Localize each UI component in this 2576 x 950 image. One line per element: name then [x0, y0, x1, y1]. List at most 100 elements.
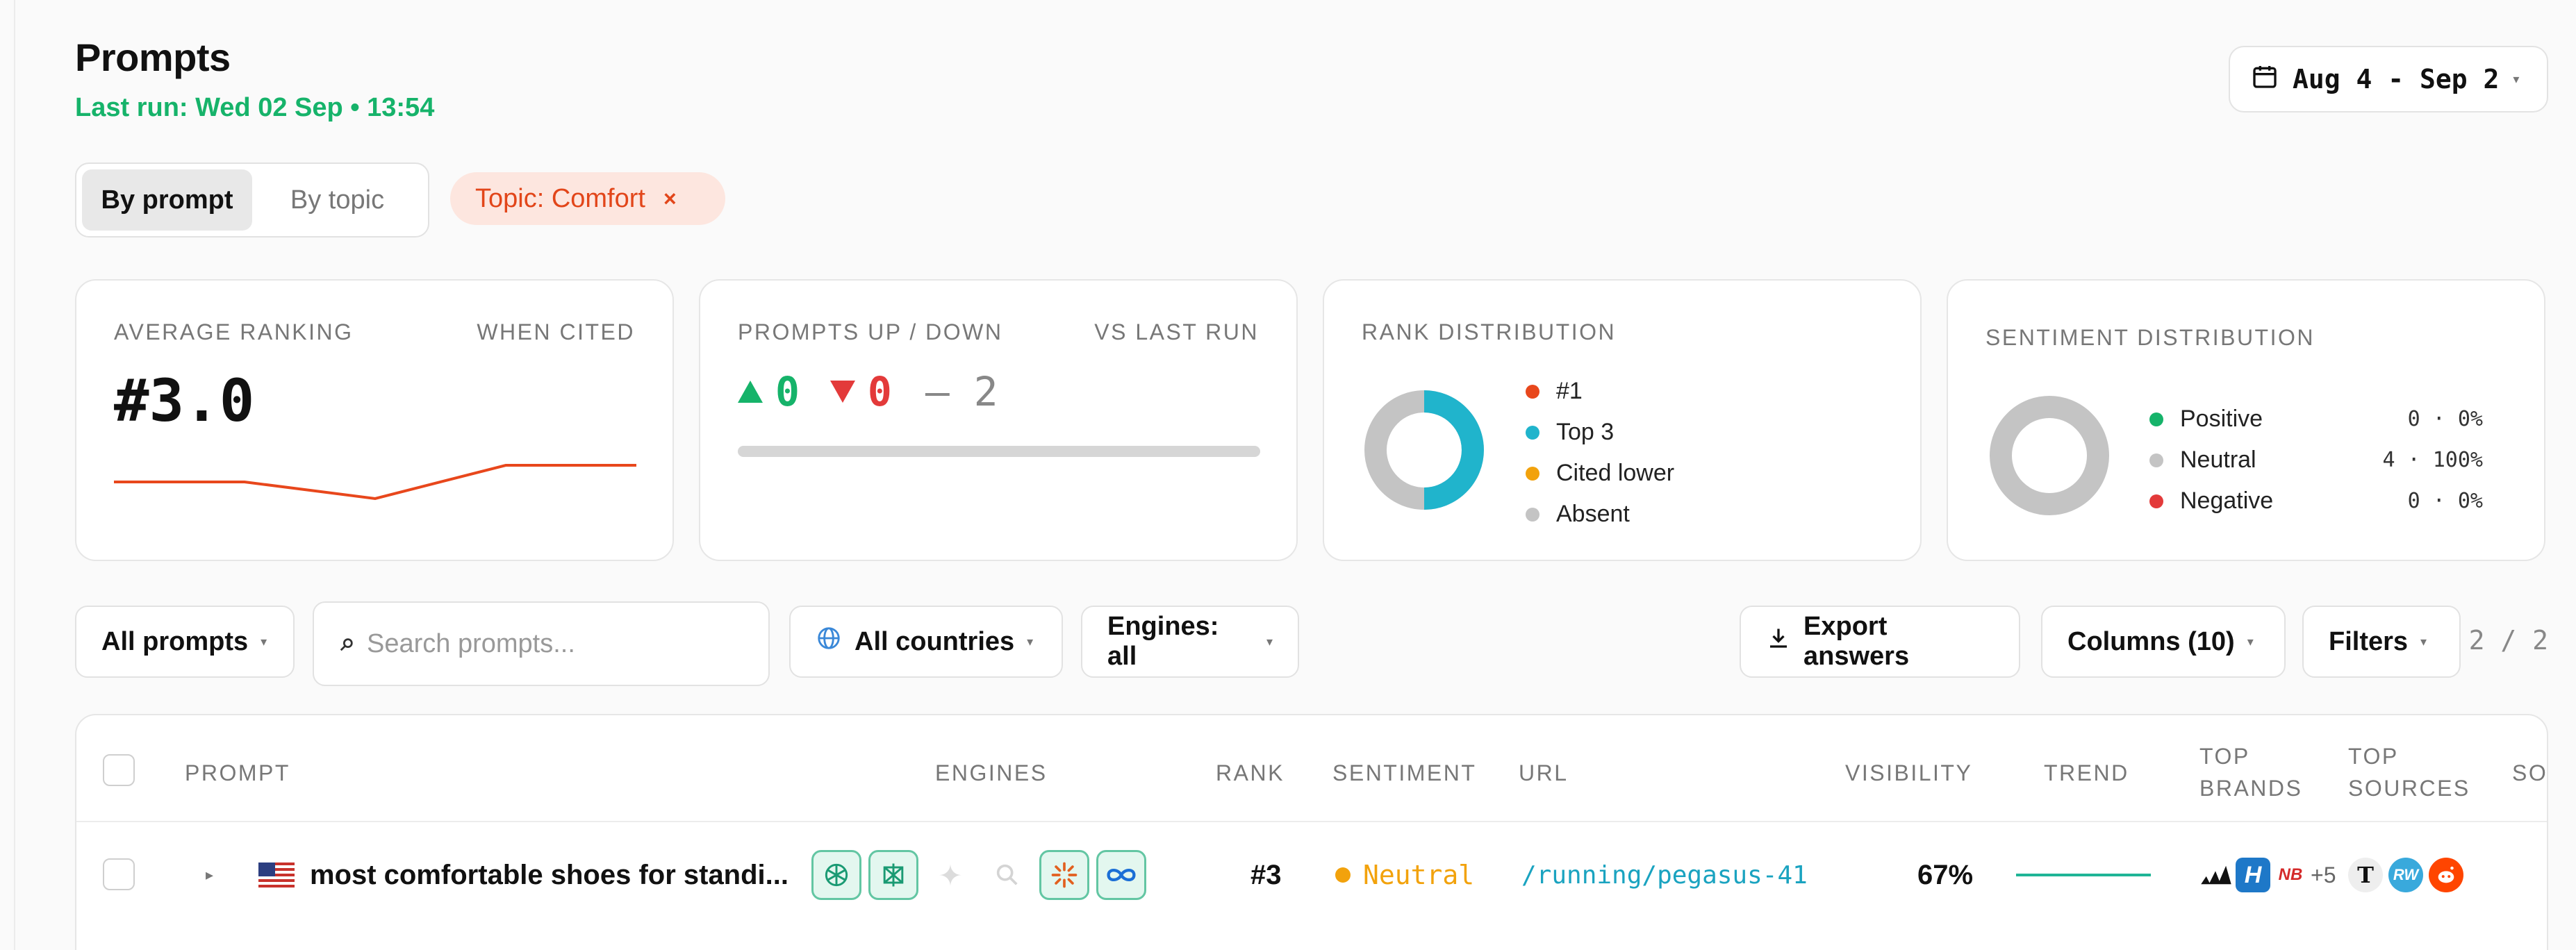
legend-item: Neutral 4 · 100% — [2149, 440, 2483, 481]
legend-dot — [2149, 412, 2163, 426]
select-all-checkbox[interactable] — [103, 754, 135, 786]
export-answers-button[interactable]: Export answers — [1740, 606, 2020, 678]
prompts-table: PROMPT ENGINES RANK SENTIMENT URL VISIBI… — [75, 714, 2548, 950]
gemini-engine-icon[interactable] — [925, 850, 975, 900]
search-icon — [339, 629, 354, 659]
card-sublabel: WHEN CITED — [477, 319, 635, 344]
expand-row-icon[interactable]: ▸ — [206, 847, 213, 903]
dropdown-label: Engines: all — [1107, 612, 1219, 671]
claude-engine-icon[interactable] — [1039, 850, 1089, 900]
tab-by-topic[interactable]: By topic — [252, 169, 422, 231]
close-icon[interactable]: × — [663, 186, 677, 212]
last-run-status: Last run: Wed 02 Sep • 13:54 — [75, 93, 435, 122]
sidebar-edge — [14, 0, 15, 950]
perplexity-engine-icon[interactable] — [868, 850, 918, 900]
arrow-down-icon — [829, 381, 855, 403]
engines-cell — [811, 847, 1146, 903]
legend-label: Positive — [2180, 406, 2263, 432]
download-icon — [1766, 626, 1791, 658]
header-line: TOP — [2199, 744, 2250, 769]
all-prompts-dropdown[interactable]: All prompts ▾ — [75, 606, 295, 678]
prompt-text[interactable]: most comfortable shoes for standi... — [310, 847, 789, 903]
rank-distribution-card: RANK DISTRIBUTION #1 0 Top 3 1 Cited low… — [1323, 279, 2081, 561]
header-line: TOP — [2348, 744, 2399, 769]
dropdown-label: Columns (10) — [2067, 626, 2235, 656]
column-header-url[interactable]: URL — [1519, 757, 1569, 789]
prompts-up-count: 0 — [775, 368, 800, 415]
header-divider — [76, 821, 2547, 822]
column-header-rank[interactable]: RANK — [1216, 757, 1285, 789]
copilot-engine-icon[interactable] — [1096, 850, 1146, 900]
chevron-down-icon: ▾ — [2247, 634, 2254, 649]
rank-value: #3 — [1250, 859, 1282, 890]
search-input[interactable]: Search prompts... — [313, 601, 770, 686]
adidas-logo-icon — [2198, 858, 2233, 892]
card-sublabel: VS LAST RUN — [1094, 319, 1259, 344]
sentiment-cell: Neutral — [1335, 847, 1474, 903]
topic-filter-chip[interactable]: Topic: Comfort × — [450, 172, 725, 225]
top-sources-cell: T RW — [2348, 847, 2463, 903]
globe-icon — [816, 625, 842, 658]
legend-dot — [1526, 384, 1539, 399]
nytimes-logo-icon: T — [2348, 858, 2383, 892]
sentiment-donut-chart — [1990, 396, 2109, 515]
legend-dot — [1526, 425, 1539, 440]
header-line: SOURCES — [2348, 776, 2470, 801]
column-header-top-brands[interactable]: TOP BRANDS — [2199, 740, 2302, 804]
chevron-down-icon: ▾ — [2420, 634, 2427, 649]
chevron-down-icon: ▾ — [1266, 634, 1273, 649]
calendar-icon — [2251, 62, 2279, 97]
tab-by-prompt[interactable]: By prompt — [82, 169, 252, 231]
sentiment-dot — [1335, 867, 1351, 883]
dropdown-label: All countries — [854, 626, 1015, 656]
card-label: PROMPTS UP / DOWN — [738, 319, 1003, 344]
column-header-sentiment[interactable]: SENTIMENT — [1332, 757, 1476, 789]
url-link[interactable]: /running/pegasus-41 — [1521, 847, 1808, 903]
chevron-down-icon: ▾ — [261, 634, 267, 649]
view-toggle: By prompt By topic — [75, 162, 429, 238]
up-down-counts: 0 0 – 2 — [738, 368, 998, 415]
average-ranking-value: #3.0 — [114, 367, 255, 435]
card-label: SENTIMENT DISTRIBUTION — [1985, 325, 2315, 350]
chevron-down-icon: ▾ — [1027, 634, 1034, 649]
date-range-picker[interactable]: Aug 4 - Sep 2 ▾ — [2229, 46, 2548, 112]
columns-dropdown[interactable]: Columns (10) ▾ — [2041, 606, 2286, 678]
chatgpt-engine-icon[interactable] — [811, 850, 861, 900]
prompts-unchanged-count: – 2 — [925, 368, 998, 415]
filters-dropdown[interactable]: Filters ▾ — [2302, 606, 2461, 678]
legend-value: 0 · 0% — [2407, 489, 2483, 513]
legend-label: Neutral — [2180, 447, 2256, 473]
prompts-up-down-card: PROMPTS UP / DOWN VS LAST RUN 0 0 – 2 — [699, 279, 1298, 561]
column-header-prompt[interactable]: PROMPT — [185, 757, 290, 789]
card-label: AVERAGE RANKING — [114, 319, 354, 344]
pagination-indicator: 2 / 2 — [2468, 625, 2548, 656]
dropdown-label: All prompts — [101, 626, 249, 656]
column-header-visibility[interactable]: VISIBILITY — [1845, 757, 1972, 789]
column-header-trend[interactable]: TREND — [2044, 757, 2129, 789]
hoka-logo-icon: H — [2236, 858, 2270, 892]
runners-world-logo-icon: RW — [2388, 858, 2423, 892]
legend-dot — [2149, 494, 2163, 508]
page-title: Prompts — [75, 35, 231, 79]
legend-dot — [1526, 507, 1539, 522]
rank-donut-chart — [1364, 390, 1484, 510]
visibility-trend-sparkline — [2016, 874, 2151, 876]
column-header-so[interactable]: SO — [2512, 757, 2548, 789]
chevron-down-icon: ▾ — [2513, 72, 2520, 87]
ai-search-engine-icon[interactable] — [982, 850, 1032, 900]
legend-value: 0 · 0% — [2407, 407, 2483, 431]
dropdown-label: Filters — [2329, 626, 2409, 656]
row-checkbox[interactable] — [103, 858, 135, 890]
legend-dot — [1526, 466, 1539, 481]
column-header-top-sources[interactable]: TOP SOURCES — [2348, 740, 2470, 804]
ranking-trend-sparkline — [114, 464, 636, 501]
legend-item: Positive 0 · 0% — [2149, 399, 2483, 440]
column-header-engines[interactable]: ENGINES — [935, 757, 1048, 789]
legend-label: Negative — [2180, 488, 2274, 514]
new-balance-logo-icon: NB — [2278, 865, 2303, 884]
engines-dropdown[interactable]: Engines: all ▾ — [1081, 606, 1299, 678]
average-ranking-card: AVERAGE RANKING WHEN CITED #3.0 — [75, 279, 674, 561]
card-label: RANK DISTRIBUTION — [1362, 319, 1617, 344]
sentiment-value: Neutral — [1363, 860, 1475, 890]
countries-dropdown[interactable]: All countries ▾ — [789, 606, 1063, 678]
